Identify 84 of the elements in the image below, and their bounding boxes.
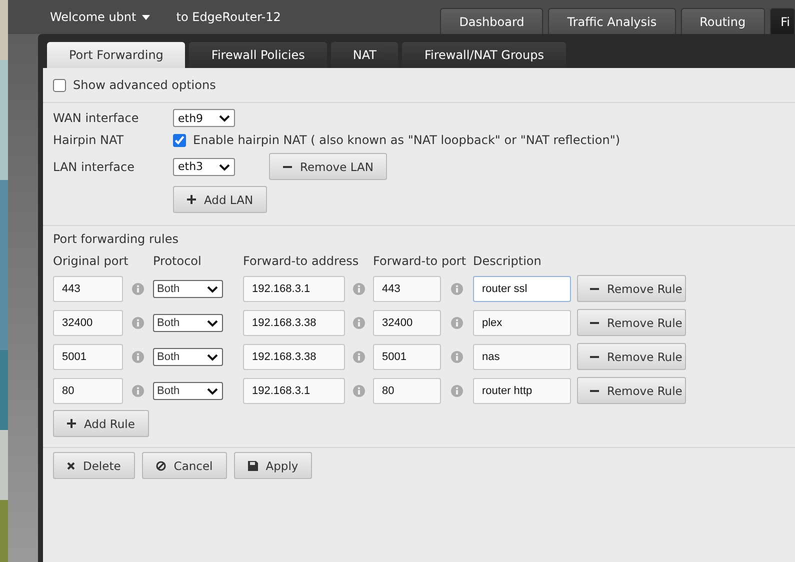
tab[interactable]: NAT [330,42,398,68]
column-header: Original port [53,254,130,268]
add-rule-button[interactable]: Add Rule [53,410,149,437]
checkbox-label: Enable hairpin NAT ( also known as "NAT loopback" or "NAT reflection") [193,133,620,147]
port-field[interactable]: 5001 [53,344,123,370]
cancel-icon [156,460,166,470]
address-field[interactable]: 192.168.3.38 [243,344,345,370]
description-field[interactable]: nas [473,344,571,370]
address-field[interactable]: 192.168.3.1 [243,276,345,302]
info-icon[interactable] [132,350,144,362]
save-icon [248,460,258,470]
info-icon[interactable] [451,350,463,362]
column-header: Protocol [153,254,202,268]
delete-button[interactable]: Delete [53,452,135,479]
plus-icon [187,195,196,204]
port-field[interactable]: 80 [373,378,441,404]
port-field[interactable]: 80 [53,378,123,404]
section-title: Port forwarding rules [53,232,180,246]
plus-icon [67,419,76,428]
minus-icon [590,322,599,324]
nav-tab[interactable]: Routing [680,8,765,34]
field-label: LAN interface [53,160,136,174]
remove-lan-button[interactable]: Remove LAN [269,153,388,180]
nav-tab[interactable]: Fi [770,8,795,34]
description-field[interactable]: router ssl [473,276,571,302]
caret-icon [207,286,218,292]
caret-icon [219,115,230,122]
info-icon[interactable] [353,316,365,328]
checkbox-label: Show advanced options [73,78,216,92]
port-field[interactable]: 32400 [373,310,441,336]
info-icon[interactable] [132,384,144,396]
column-header: Description [473,254,542,268]
column-header: Forward-to address [243,254,360,268]
minus-icon [283,166,292,168]
port-field[interactable]: 32400 [53,310,123,336]
caret-icon [219,164,230,170]
close-icon [67,462,75,470]
description-field[interactable]: router http [473,378,571,404]
protocol-select[interactable]: Both [153,314,223,332]
lan-select[interactable]: eth3 [173,158,235,176]
remove-rule-button[interactable]: Remove Rule [577,275,686,302]
info-icon[interactable] [451,316,463,328]
caret-icon [207,388,218,394]
address-field[interactable]: 192.168.3.38 [243,310,345,336]
info-icon[interactable] [451,282,463,294]
remove-rule-button[interactable]: Remove Rule [577,377,686,404]
caret-icon [207,320,218,326]
user-menu[interactable]: Welcome ubnt [50,10,150,24]
minus-icon [590,390,599,392]
minus-icon [590,288,599,290]
tab[interactable]: Firewall/NAT Groups [402,42,566,68]
protocol-select[interactable]: Both [153,280,223,298]
column-header: Forward-to port [373,254,468,268]
apply-button[interactable]: Apply [234,452,312,479]
port-field[interactable]: 5001 [373,344,441,370]
minus-icon [590,356,599,358]
device-name: to EdgeRouter-12 [176,10,281,24]
remove-rule-button[interactable]: Remove Rule [577,343,686,370]
tab[interactable]: Port Forwarding [47,42,186,68]
add-lan-button[interactable]: Add LAN [173,186,268,213]
protocol-select[interactable]: Both [153,348,223,366]
port-field[interactable]: 443 [373,276,441,302]
info-icon[interactable] [353,282,365,294]
nav-tab[interactable]: Dashboard [440,8,544,34]
nav-tab[interactable]: Traffic Analysis [548,8,676,34]
info-icon[interactable] [353,350,365,362]
caret-icon [142,14,150,20]
tab[interactable]: Firewall Policies [189,42,327,68]
info-icon[interactable] [451,384,463,396]
caret-icon [207,354,218,360]
cancel-button[interactable]: Cancel [142,452,227,479]
checkbox[interactable] [53,78,66,92]
wan-select[interactable]: eth9 [173,109,235,127]
address-field[interactable]: 192.168.3.1 [243,378,345,404]
info-icon[interactable] [132,282,144,294]
info-icon[interactable] [132,316,144,328]
protocol-select[interactable]: Both [153,382,223,400]
info-icon[interactable] [353,384,365,396]
port-field[interactable]: 443 [53,276,123,302]
field-label: Hairpin NAT [53,133,125,147]
checkbox[interactable] [173,134,186,146]
description-field[interactable]: plex [473,310,571,336]
remove-rule-button[interactable]: Remove Rule [577,309,686,336]
field-label: WAN interface [53,111,140,125]
